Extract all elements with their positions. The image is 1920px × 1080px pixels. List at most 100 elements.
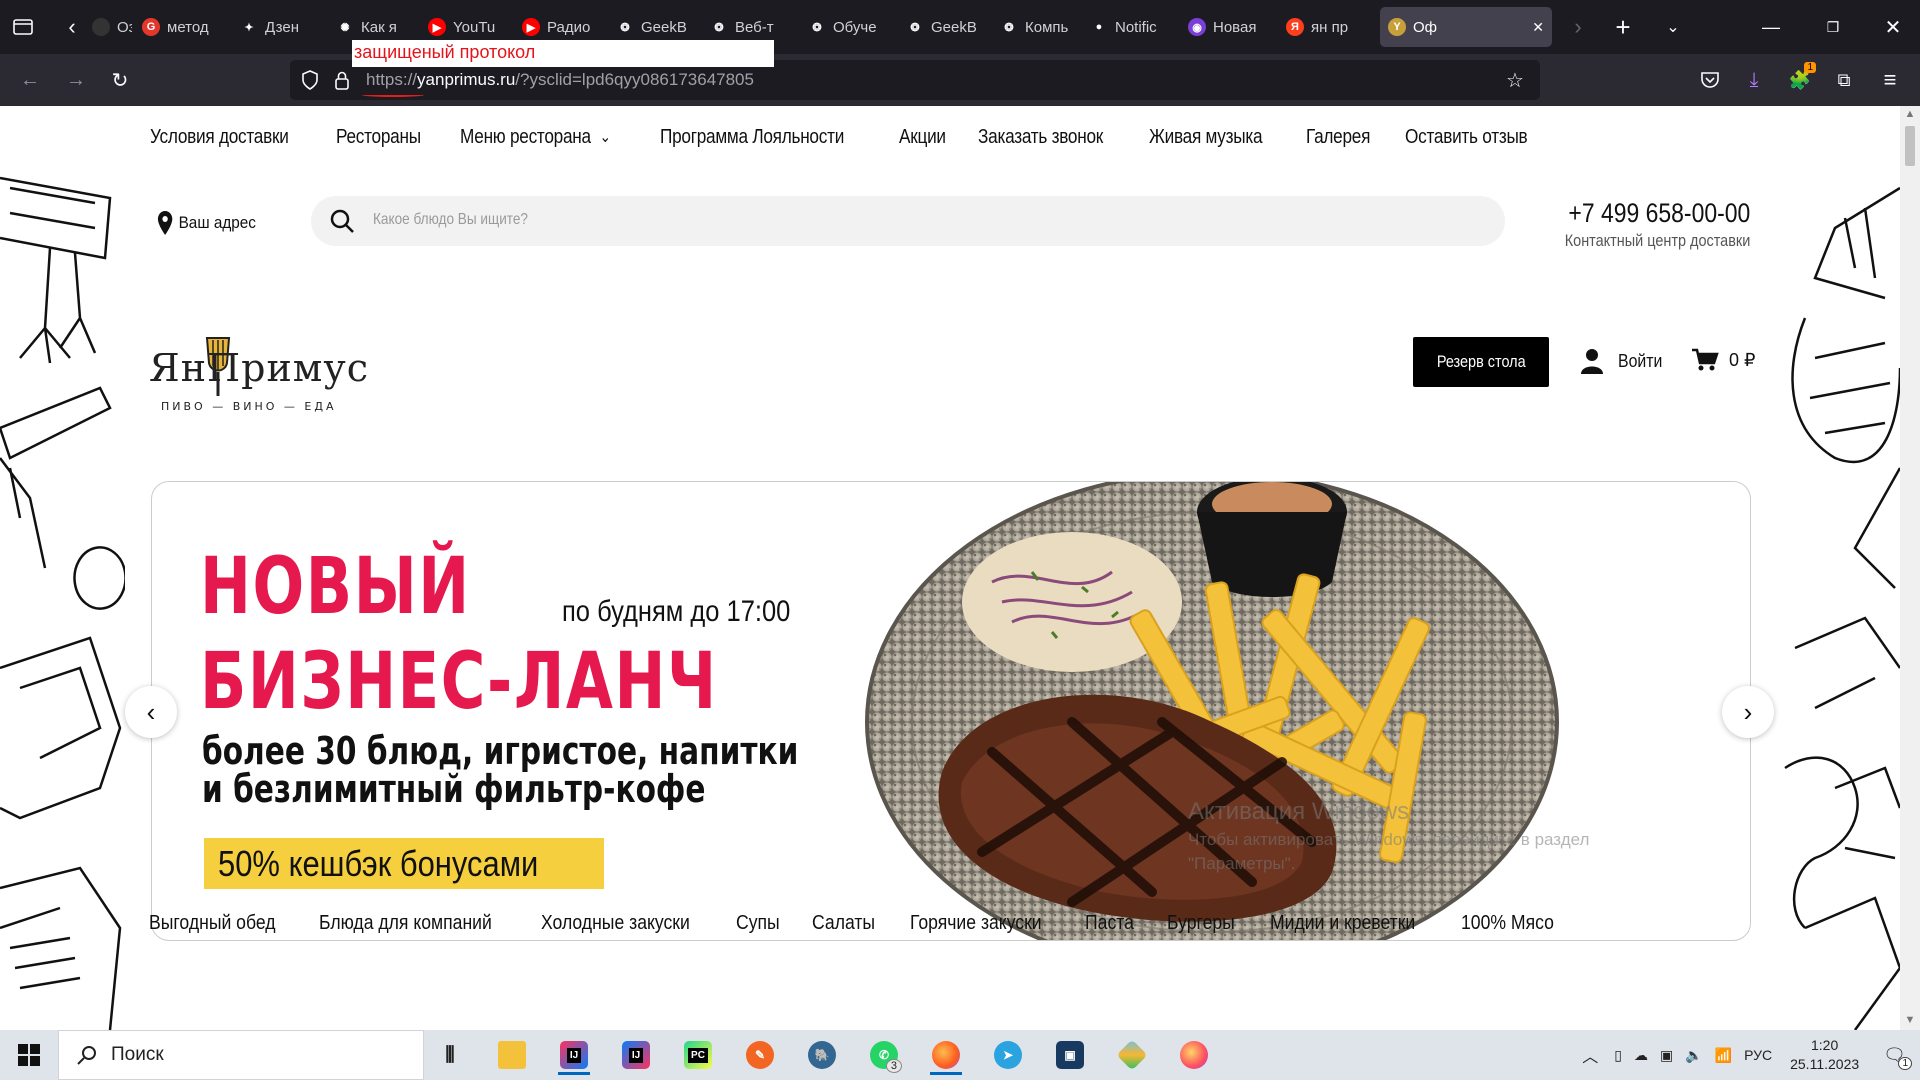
banner-description: более 30 блюд, игристое, напитки и безли…: [202, 732, 798, 808]
pycharm-icon[interactable]: PC: [674, 1035, 722, 1075]
minimize-icon[interactable]: —: [1756, 12, 1786, 42]
tab-favicon-icon: Y: [1388, 18, 1406, 36]
start-button[interactable]: [5, 1035, 53, 1075]
taskbar-search-label: Поиск: [111, 1044, 164, 1065]
cart-button[interactable]: 0 ₽: [1691, 348, 1755, 372]
promo-banner[interactable]: НОВЫЙ БИЗНЕС-ЛАНЧ по будням до 17:00 бол…: [151, 481, 1751, 941]
login-button[interactable]: Войти: [1581, 348, 1665, 374]
page-scrollbar[interactable]: ▲ ▼: [1900, 106, 1920, 1030]
category-link[interactable]: Мидии и креветки: [1270, 912, 1415, 935]
virtualbox-icon[interactable]: ▣: [1046, 1035, 1094, 1075]
tab-overflow-chevron-icon[interactable]: ⌄: [1658, 12, 1688, 42]
firefox-dev-icon[interactable]: [1170, 1035, 1218, 1075]
banner-next-button[interactable]: ›: [1722, 686, 1774, 738]
tab-label: Компь: [1025, 18, 1069, 36]
menu-item-restaurants[interactable]: Рестораны: [336, 126, 421, 149]
category-link[interactable]: Горячие закуски: [910, 912, 1042, 935]
browser-tab[interactable]: ◉ Новая: [1188, 7, 1274, 47]
tracking-shield-icon[interactable]: [298, 68, 322, 92]
menu-item-promos[interactable]: Акции: [899, 126, 946, 149]
banner-schedule: по будням до 17:00: [562, 595, 791, 628]
pocket-icon[interactable]: [1696, 66, 1724, 94]
forward-icon[interactable]: →: [62, 66, 90, 94]
banner-prev-button[interactable]: ‹: [125, 686, 177, 738]
category-link[interactable]: Холодные закуски: [541, 912, 690, 935]
menu-item-live-music[interactable]: Живая музыка: [1149, 126, 1263, 149]
bookmark-star-icon[interactable]: ☆: [1502, 67, 1528, 93]
firefox-icon[interactable]: [922, 1035, 970, 1075]
tab-favicon-icon: ❂: [616, 18, 634, 36]
browser-tab[interactable]: ❂ GeekB: [906, 7, 988, 47]
back-icon[interactable]: ←: [16, 66, 44, 94]
tray-overflow-icon[interactable]: ︿: [1582, 1043, 1598, 1067]
system-tray: ︿ ▯ ☁ ▣ 🔈 📶 РУС 1:20 25.11.2023 🗨 1: [1582, 1030, 1920, 1080]
url-text[interactable]: https://yanprimus.ru/?ysclid=lpd6qyy0861…: [366, 70, 754, 90]
menu-item-callback[interactable]: Заказать звонок: [978, 126, 1103, 149]
tab-list-icon[interactable]: [8, 13, 38, 41]
padlock-icon[interactable]: [330, 68, 354, 92]
clock[interactable]: 1:20 25.11.2023: [1790, 1036, 1859, 1074]
category-link[interactable]: 100% Мясо: [1461, 912, 1554, 935]
browser-tab[interactable]: ✦ Дзен: [240, 7, 324, 47]
git-tool-icon[interactable]: [1108, 1035, 1156, 1075]
browser-tab[interactable]: ● Notific: [1090, 7, 1178, 47]
extensions-icon[interactable]: ⧉: [1830, 66, 1858, 94]
scroll-tabs-right-icon[interactable]: ›: [1568, 13, 1588, 41]
new-tab-icon[interactable]: +: [1608, 12, 1638, 42]
search-icon: [330, 209, 354, 233]
restore-icon[interactable]: ❐: [1818, 12, 1848, 42]
whatsapp-icon[interactable]: ✆ 3: [860, 1035, 908, 1075]
notifications-icon[interactable]: 🗨 1: [1883, 1045, 1912, 1070]
tab-label: Оф: [1413, 18, 1438, 36]
postgres-icon[interactable]: 🐘: [798, 1035, 846, 1075]
menu-item-loyalty[interactable]: Программа Лояльности: [660, 126, 844, 149]
device-icon[interactable]: ▯: [1614, 1047, 1622, 1064]
cashback-badge: 50% кешбэк бонусами: [204, 838, 605, 889]
menu-item-restaurant-menu-label: Меню ресторана: [459, 125, 591, 148]
menu-item-delivery[interactable]: Условия доставки: [150, 126, 289, 149]
reserve-table-button[interactable]: Резерв стола: [1413, 337, 1549, 387]
draw-app-icon[interactable]: ✎: [736, 1035, 784, 1075]
display-icon[interactable]: ▣: [1660, 1047, 1673, 1064]
wifi-icon[interactable]: 📶: [1715, 1047, 1732, 1064]
volume-icon[interactable]: 🔈: [1685, 1047, 1702, 1064]
downloads-icon[interactable]: ⤓: [1740, 66, 1768, 94]
menu-item-feedback[interactable]: Оставить отзыв: [1405, 126, 1528, 149]
browser-tab[interactable]: ❂ Компь: [1000, 7, 1080, 47]
browser-tab[interactable]: Яян пр: [1286, 7, 1370, 47]
browser-tab[interactable]: Озон: [92, 7, 132, 47]
close-tab-icon[interactable]: ✕: [1532, 19, 1544, 36]
category-link[interactable]: Выгодный обед: [149, 912, 276, 935]
site-logo[interactable]: ЯнПримус ПИВО — ВИНО — ЕДА: [149, 318, 409, 423]
category-link[interactable]: Блюда для компаний: [319, 912, 492, 935]
scrollbar-thumb[interactable]: [1905, 126, 1915, 166]
menu-item-restaurant-menu[interactable]: Меню ресторана ⌄: [460, 126, 611, 149]
reload-icon[interactable]: ↻: [106, 66, 134, 94]
contact-phone[interactable]: +7 499 658-00-00 Контактный центр достав…: [1532, 198, 1750, 251]
dish-search-input[interactable]: Какое блюдо Вы ищите?: [311, 196, 1505, 246]
address-selector[interactable]: Ваш адрес: [157, 210, 256, 236]
telegram-icon[interactable]: ➤: [984, 1035, 1032, 1075]
phone-number[interactable]: +7 499 658-00-00: [1564, 198, 1750, 229]
browser-tab[interactable]: Gметод: [142, 7, 228, 47]
extension-badge-icon[interactable]: 🧩 1: [1786, 62, 1816, 94]
menu-item-gallery[interactable]: Галерея: [1306, 126, 1370, 149]
scroll-down-icon[interactable]: ▼: [1903, 1014, 1917, 1028]
category-link[interactable]: Супы: [736, 912, 780, 935]
file-explorer-icon[interactable]: [488, 1035, 536, 1075]
close-window-icon[interactable]: ✕: [1878, 12, 1908, 42]
browser-tab[interactable]: ❂ Обуче: [808, 7, 892, 47]
scroll-up-icon[interactable]: ▲: [1903, 108, 1917, 122]
category-link[interactable]: Паста: [1085, 912, 1134, 935]
taskbar-search-box[interactable]: Поиск: [58, 1030, 424, 1080]
app-menu-icon[interactable]: ≡: [1876, 66, 1904, 94]
language-indicator[interactable]: РУС: [1744, 1047, 1772, 1063]
category-link[interactable]: Бургеры: [1167, 912, 1235, 935]
intellij-ce-icon[interactable]: IJ: [612, 1035, 660, 1075]
scroll-tabs-left-icon[interactable]: ‹: [62, 13, 82, 41]
onedrive-icon[interactable]: ☁: [1634, 1047, 1648, 1064]
category-link[interactable]: Салаты: [812, 912, 875, 935]
browser-tab[interactable]: Y Оф ✕: [1380, 7, 1552, 47]
task-view-icon[interactable]: ⫴: [426, 1035, 474, 1075]
intellij-icon[interactable]: IJ: [550, 1035, 598, 1075]
